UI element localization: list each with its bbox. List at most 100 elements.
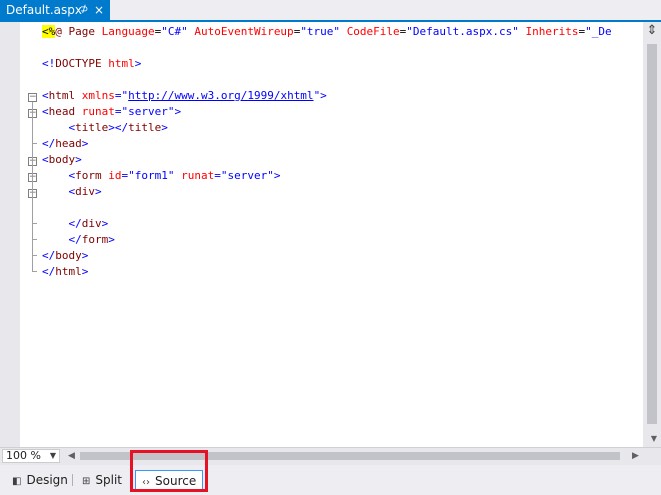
code-token: </ — [42, 249, 56, 262]
design-view-button[interactable]: ◧ Design — [12, 470, 68, 490]
code-token: =" — [114, 89, 129, 102]
code-token: http://www.w3.org/1999/xhtml — [128, 89, 314, 102]
code-token: </ — [42, 137, 56, 150]
code-line[interactable]: </head> — [42, 136, 643, 152]
tab-default-aspx[interactable]: Default.aspx ⊅ × — [0, 0, 110, 20]
tab-title: Default.aspx — [6, 3, 82, 17]
collapse-html-icon[interactable]: − — [28, 93, 37, 102]
design-icon: ◧ — [12, 476, 22, 487]
code-line[interactable]: <body> — [42, 152, 643, 168]
separator — [72, 474, 73, 486]
code-token: </ — [42, 265, 56, 278]
code-token: "true" — [300, 25, 341, 38]
code-token: </ — [68, 233, 82, 246]
code-line[interactable]: <head runat="server"> — [42, 104, 643, 120]
code-token: > — [95, 185, 102, 198]
pin-icon[interactable]: ⊅ — [80, 0, 88, 20]
code-token: div — [75, 185, 95, 198]
code-line[interactable]: <form id="form1" runat="server"> — [42, 168, 643, 184]
code-line[interactable] — [42, 40, 643, 56]
code-token: > — [108, 233, 115, 246]
code-token: html — [55, 265, 82, 278]
chevron-down-icon[interactable]: ▼ — [50, 450, 56, 462]
source-editor[interactable]: − − − − − <%@ Page Language="C#" AutoEve… — [0, 22, 661, 447]
code-token: > — [273, 169, 281, 182]
code-token: div — [81, 217, 102, 230]
code-token: > — [81, 265, 89, 278]
code-token: > — [174, 105, 182, 118]
code-line[interactable] — [42, 72, 643, 88]
code-token: head — [55, 137, 82, 150]
code-line[interactable]: </form> — [42, 232, 643, 248]
code-token: = — [114, 105, 122, 118]
code-line[interactable]: <title></title> — [42, 120, 643, 136]
code-token: > — [81, 249, 89, 262]
code-line[interactable]: <%@ Page Language="C#" AutoEventWireup="… — [42, 24, 643, 40]
code-token: runat — [81, 105, 115, 118]
code-token: "form1" — [128, 169, 175, 182]
code-token: html — [48, 89, 76, 102]
code-token: < — [42, 105, 49, 118]
code-token: AutoEventWireup — [194, 25, 294, 38]
code-token: ></ — [108, 121, 129, 134]
scroll-right-icon[interactable]: ▶ — [632, 451, 639, 461]
vertical-scrollbar[interactable]: ⇕ ▼ — [643, 22, 661, 447]
code-line[interactable]: </body> — [42, 248, 643, 264]
source-label: Source — [155, 474, 197, 488]
design-label: Design — [26, 473, 68, 487]
document-tab-strip: Default.aspx ⊅ × — [0, 0, 661, 22]
selection-margin[interactable] — [0, 22, 20, 447]
horizontal-scroll-bar: 100 % ▼ ◀ ▶ — [0, 447, 661, 465]
code-token: body — [48, 153, 76, 166]
outline-line — [32, 102, 33, 272]
code-token: <! — [42, 57, 56, 70]
code-line[interactable]: <div> — [42, 184, 643, 200]
split-view-button[interactable]: ⊞ Split — [82, 470, 122, 490]
code-token: < — [42, 89, 49, 102]
scroll-down-icon[interactable]: ▼ — [651, 434, 657, 443]
code-token: id — [108, 169, 122, 182]
source-icon: ‹› — [142, 477, 150, 488]
code-token: DOCTYPE — [55, 57, 102, 70]
code-line[interactable]: </html> — [42, 264, 643, 280]
code-line[interactable]: </div> — [42, 216, 643, 232]
code-text[interactable]: <%@ Page Language="C#" AutoEventWireup="… — [42, 24, 643, 280]
code-token: = — [214, 169, 221, 182]
split-handle-icon[interactable]: ⇕ — [643, 22, 661, 40]
code-token: </ — [68, 217, 82, 230]
scroll-left-icon[interactable]: ◀ — [68, 451, 75, 461]
vertical-scroll-thumb[interactable] — [647, 44, 657, 424]
code-token: > — [101, 217, 109, 230]
code-token: title — [128, 121, 162, 134]
code-token: > — [161, 121, 168, 134]
code-token: > — [75, 153, 82, 166]
code-token: CodeFile — [346, 25, 400, 38]
code-token: form — [75, 169, 102, 182]
code-token: xmlns — [81, 89, 115, 102]
close-icon[interactable]: × — [94, 0, 104, 20]
view-switcher: ◧ Design ⊞ Split ‹› Source — [0, 465, 661, 495]
code-token: "server" — [220, 169, 274, 182]
split-label: Split — [95, 473, 122, 487]
code-line[interactable]: <!DOCTYPE html> — [42, 56, 643, 72]
code-token: > — [81, 137, 89, 150]
code-token: title — [75, 121, 109, 134]
zoom-select[interactable]: 100 % ▼ — [2, 449, 60, 463]
source-view-button[interactable]: ‹› Source — [135, 470, 204, 490]
code-token: > — [134, 57, 142, 70]
horizontal-scroll-thumb[interactable] — [80, 452, 620, 460]
outline-end — [32, 271, 37, 272]
code-line[interactable] — [42, 200, 643, 216]
code-line[interactable]: <html xmlns="http://www.w3.org/1999/xhtm… — [42, 88, 643, 104]
code-token: Language — [101, 25, 155, 38]
code-token: runat — [181, 169, 215, 182]
